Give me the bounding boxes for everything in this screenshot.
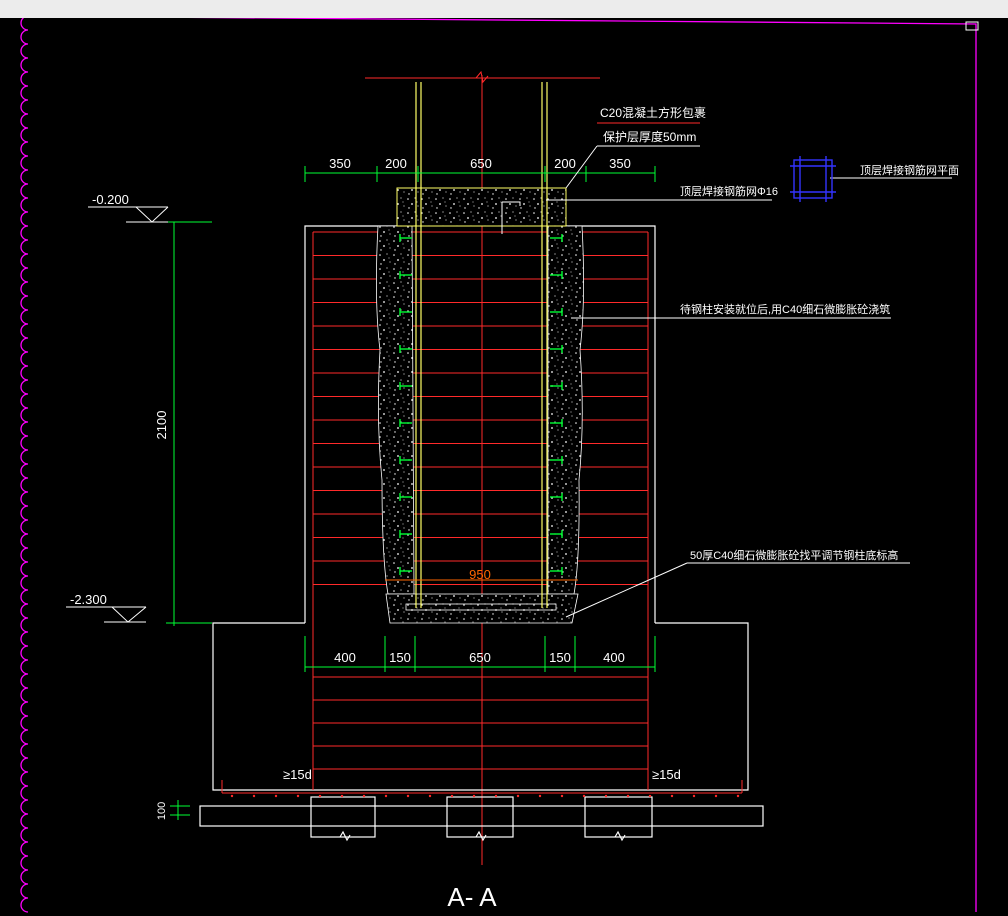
dim-bottom-3: 650 [469, 650, 491, 665]
distribution-bar-dot [340, 794, 344, 798]
note-c20-encasement: C20混凝土方形包裹 [600, 105, 706, 120]
elevation-mark-bottom [66, 606, 147, 623]
elevation-mark-top [88, 206, 169, 223]
distribution-bar-dot [384, 794, 388, 798]
elevation-bottom-label: -2.300 [70, 592, 107, 607]
distribution-bar-dot [538, 794, 542, 798]
distribution-bar-dot [494, 794, 498, 798]
distribution-bar-dot [604, 794, 608, 798]
dim-top-2: 200 [385, 156, 407, 171]
dim-base-label: 100 [156, 802, 168, 820]
dim-top-3: 650 [470, 156, 492, 171]
shear-studs [399, 234, 563, 575]
dim-bottom-1: 400 [334, 650, 356, 665]
grout-fill-right [547, 225, 584, 595]
note-mesh-plan: 顶层焊接钢筋网平面 [860, 163, 959, 177]
distribution-bar-dot [450, 794, 454, 798]
dim-vertical-label: 2100 [154, 411, 169, 440]
note-base-grout: 50厚C40细石微膨胀砼找平调节钢柱底标高 [690, 548, 898, 562]
grout-fill-left [376, 225, 415, 595]
dim-bottom-5: 400 [603, 650, 625, 665]
drawing-frame [20, 18, 977, 913]
note-grout-fill: 待钢柱安装就位后,用C40细石微膨胀砼浇筑 [680, 302, 890, 316]
anchor-length-right: ≥15d [652, 767, 681, 782]
distribution-bar-dot [362, 794, 366, 798]
distribution-bar-dot [318, 794, 322, 798]
distribution-bar-dot [516, 794, 520, 798]
distribution-bar-dot [670, 794, 674, 798]
distribution-bar-dot [230, 794, 234, 798]
distribution-bar-dot [582, 794, 586, 798]
distribution-bar-dot [692, 794, 696, 798]
anchor-length-left: ≥15d [283, 767, 312, 782]
cad-drawing-viewport[interactable]: 350 200 650 200 350 400 150 650 150 400 … [0, 18, 1008, 916]
leader-lines [546, 145, 952, 618]
elevation-top-label: -0.200 [92, 192, 129, 207]
dim-bottom-4: 150 [549, 650, 571, 665]
distribution-bar-dot [714, 794, 718, 798]
distribution-bar-dot [428, 794, 432, 798]
footing-outline [212, 622, 749, 791]
distribution-bar-dot [252, 794, 256, 798]
dim-top-5: 350 [609, 156, 631, 171]
note-cover: 保护层厚度50mm [603, 129, 696, 144]
section-title: A- A [447, 882, 497, 912]
socket-width-label: 950 [469, 567, 491, 582]
foundation-section-drawing: 350 200 650 200 350 400 150 650 150 400 … [20, 18, 979, 913]
distribution-bar-dot [472, 794, 476, 798]
distribution-bar-dot [296, 794, 300, 798]
distribution-bar-dot [560, 794, 564, 798]
dim-bottom-2: 150 [389, 650, 411, 665]
vertical-dimension [166, 221, 212, 820]
c20-encasement [396, 187, 567, 227]
distribution-bar-dot [648, 794, 652, 798]
dim-top-4: 200 [554, 156, 576, 171]
mesh-plan-symbol [790, 156, 836, 202]
base-grout-layer [385, 593, 579, 624]
note-top-mesh: 顶层焊接钢筋网Φ16 [680, 184, 778, 198]
dim-top-1: 350 [329, 156, 351, 171]
distribution-bar-dot [626, 794, 630, 798]
distribution-bar-dot [406, 794, 410, 798]
distribution-bar-dot [274, 794, 278, 798]
distribution-bar-dot [736, 794, 740, 798]
